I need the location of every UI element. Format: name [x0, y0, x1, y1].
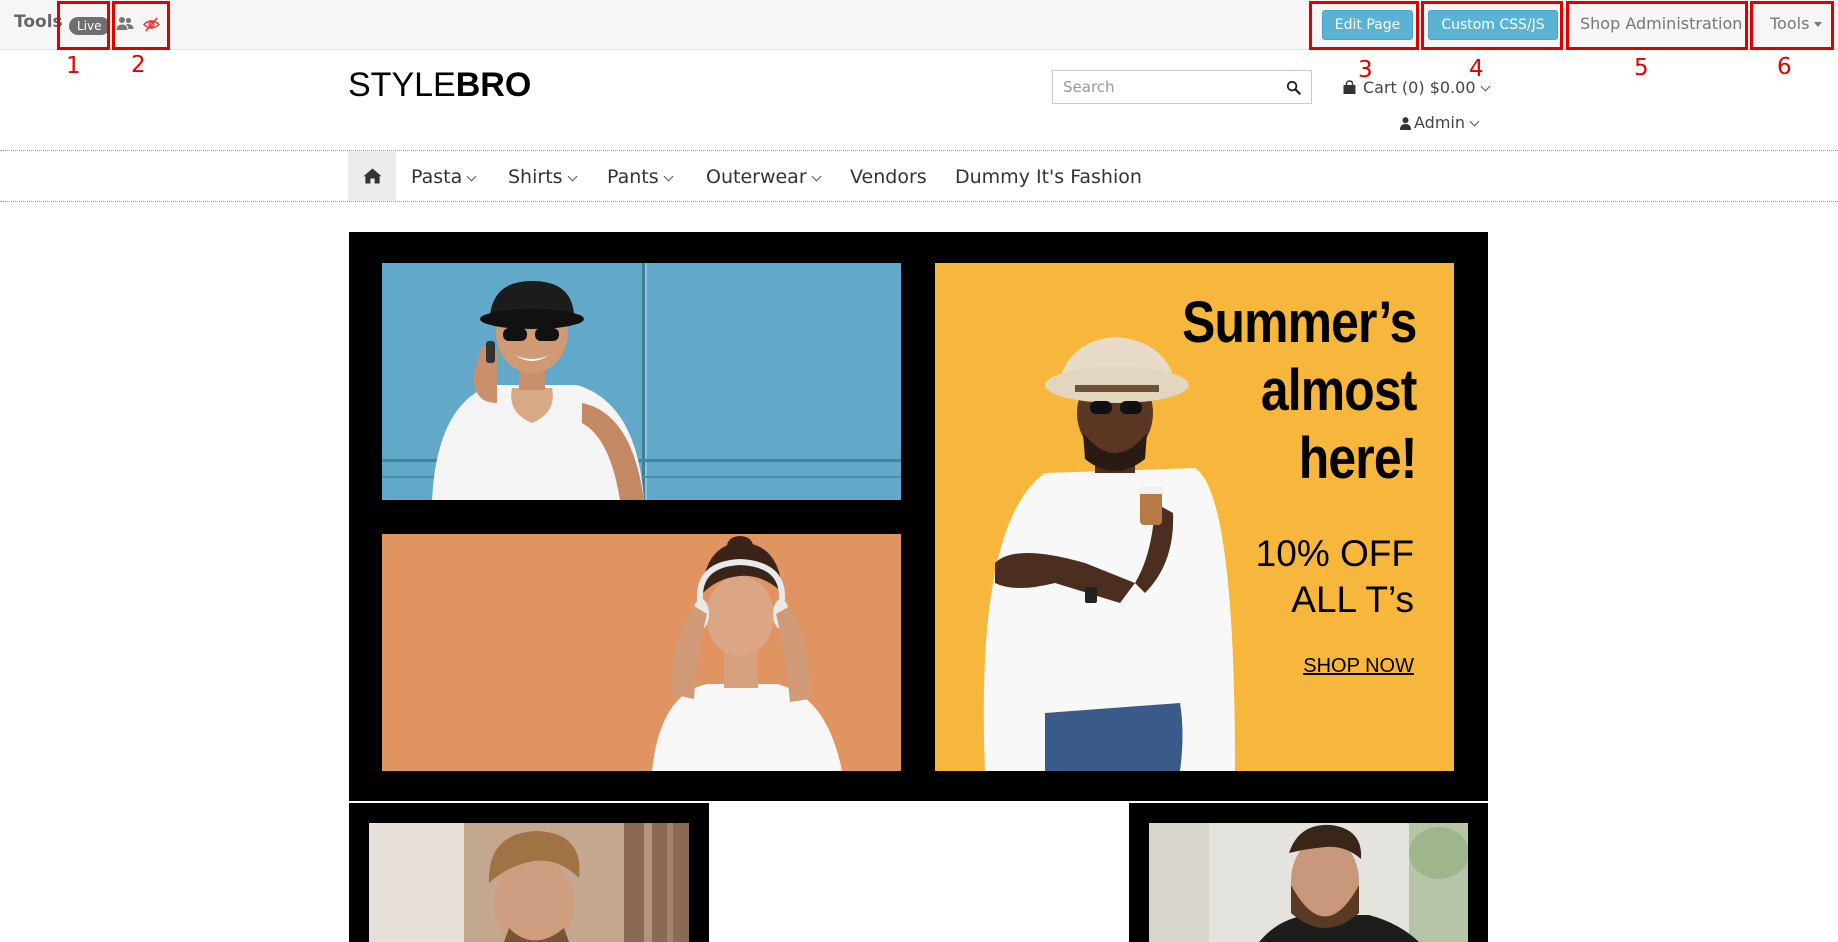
annotation-box-6	[1750, 1, 1834, 50]
search-box	[1052, 70, 1312, 104]
toolbar-title: Tools	[14, 12, 63, 32]
featured-card-right[interactable]	[1129, 803, 1488, 942]
annotation-number-5: 5	[1634, 55, 1649, 81]
promo-headline: Summer’s almost here!	[1181, 289, 1417, 493]
featured-photo-man-styled-hair	[369, 823, 689, 942]
chevron-down-icon	[466, 171, 477, 182]
search-input[interactable]	[1053, 71, 1273, 103]
chevron-down-icon	[811, 171, 822, 182]
annotation-number-6: 6	[1777, 54, 1792, 80]
promo-offer-line: ALL T’s	[1291, 579, 1414, 620]
chevron-down-icon	[1480, 81, 1490, 92]
annotation-box-3	[1309, 1, 1419, 50]
logo-bold-text: BRO	[455, 66, 532, 104]
summer-promo-panel[interactable]: Summer’s almost here! 10% OFF ALL T’s SH…	[935, 263, 1454, 771]
logo-light-text: STYLE	[348, 66, 456, 104]
chevron-down-icon	[567, 171, 577, 182]
annotation-box-5	[1566, 1, 1748, 50]
promo-offer: 10% OFF ALL T’s	[1256, 531, 1414, 623]
nav-item-label: Outerwear	[706, 166, 807, 188]
nav-item-pasta[interactable]: Pasta	[411, 166, 477, 188]
nav-item-label: Pasta	[411, 166, 463, 188]
nav-item-outerwear[interactable]: Outerwear	[706, 166, 822, 188]
chevron-down-icon	[663, 171, 674, 182]
featured-photo-man-styled-hair-art	[369, 823, 689, 942]
annotation-box-2	[112, 1, 170, 50]
hero-banner[interactable]: Summer’s almost here! 10% OFF ALL T’s SH…	[349, 232, 1488, 801]
nav-item-dummy-fashion[interactable]: Dummy It's Fashion	[955, 166, 1142, 188]
banner-photo-man-on-phone-art	[382, 263, 901, 500]
annotation-box-1	[57, 1, 110, 50]
shop-now-link[interactable]: SHOP NOW	[1303, 655, 1414, 678]
annotation-box-4	[1421, 1, 1563, 50]
site-logo[interactable]: STYLEBRO	[348, 66, 531, 105]
cart-total: $0.00	[1429, 78, 1476, 97]
search-icon[interactable]	[1286, 80, 1301, 95]
featured-card-left[interactable]	[349, 803, 709, 942]
nav-item-vendors[interactable]: Vendors	[850, 166, 927, 188]
user-label: Admin	[1414, 113, 1465, 132]
featured-photo-bearded-man	[1149, 823, 1468, 942]
banner-photo-man-with-headphones	[382, 534, 901, 771]
annotation-number-1: 1	[66, 53, 81, 79]
cart-count: (0)	[1401, 78, 1425, 97]
nav-item-label: Pants	[607, 166, 659, 188]
featured-photo-bearded-man-art	[1149, 823, 1468, 942]
chevron-down-icon	[1469, 116, 1480, 127]
nav-item-pants[interactable]: Pants	[607, 166, 674, 188]
annotation-number-2: 2	[131, 52, 146, 78]
user-icon	[1400, 117, 1411, 130]
promo-offer-line: 10% OFF	[1255, 533, 1414, 574]
promo-headline-line: almost	[1260, 358, 1416, 423]
promo-headline-line: Summer’s	[1181, 290, 1417, 355]
nav-item-label: Vendors	[850, 166, 927, 188]
shopping-bag-icon	[1343, 80, 1356, 94]
user-account-dropdown[interactable]: Admin	[1400, 113, 1480, 132]
home-icon	[363, 168, 382, 184]
nav-item-label: Dummy It's Fashion	[955, 166, 1142, 188]
nav-item-shirts[interactable]: Shirts	[508, 166, 577, 188]
main-navigation: Pasta Shirts Pants Outerwear Vendors Dum…	[0, 150, 1838, 202]
banner-photo-man-on-phone	[382, 263, 901, 500]
banner-photo-man-with-headphones-art	[382, 534, 901, 771]
promo-headline-line: here!	[1298, 426, 1417, 491]
cart-dropdown[interactable]: Cart (0) $0.00	[1342, 78, 1490, 97]
home-nav-button[interactable]	[348, 151, 396, 201]
nav-item-label: Shirts	[508, 166, 563, 188]
cart-label: Cart	[1363, 78, 1397, 97]
